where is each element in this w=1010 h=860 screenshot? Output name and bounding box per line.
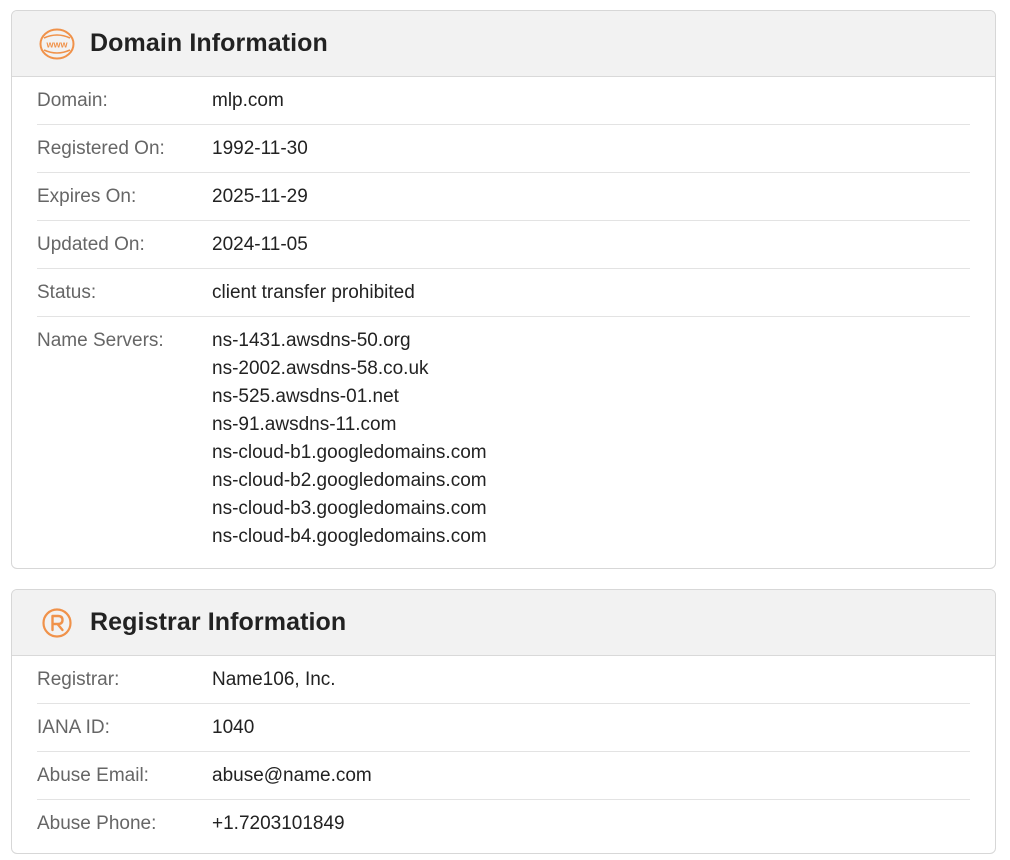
name-server-item: ns-91.awsdns-11.com	[212, 414, 397, 435]
abuse-phone-row: Abuse Phone: +1.7203101849	[37, 800, 970, 848]
status-value: client transfer prohibited	[212, 282, 415, 303]
name-server-item: ns-2002.awsdns-58.co.uk	[212, 358, 429, 379]
name-server-item: ns-525.awsdns-01.net	[212, 386, 399, 407]
domain-row: Domain: mlp.com	[37, 77, 970, 125]
registrar-row: Registrar: Name106, Inc.	[37, 656, 970, 704]
name-server-item: ns-cloud-b4.googledomains.com	[212, 526, 487, 547]
registrar-label: Registrar:	[37, 669, 120, 690]
name-server-item: ns-1431.awsdns-50.org	[212, 330, 411, 351]
abuse-email-value: abuse@name.com	[212, 765, 372, 786]
svg-text:www: www	[45, 39, 68, 49]
domain-information-rows: Domain: mlp.com Registered On: 1992-11-3…	[12, 77, 995, 551]
www-icon: www	[38, 25, 76, 63]
iana-id-label: IANA ID:	[37, 717, 110, 738]
registrar-information-rows: Registrar: Name106, Inc. IANA ID: 1040 A…	[12, 656, 995, 848]
name-servers-row: Name Servers: ns-1431.awsdns-50.org ns-2…	[37, 317, 970, 551]
registrar-value: Name106, Inc.	[212, 669, 336, 690]
updated-on-value: 2024-11-05	[212, 234, 308, 255]
abuse-phone-label: Abuse Phone:	[37, 813, 157, 834]
status-row: Status: client transfer prohibited	[37, 269, 970, 317]
iana-id-row: IANA ID: 1040	[37, 704, 970, 752]
registered-on-value: 1992-11-30	[212, 138, 308, 159]
expires-on-row: Expires On: 2025-11-29	[37, 173, 970, 221]
registrar-information-header: Registrar Information	[12, 590, 995, 656]
domain-information-title: Domain Information	[90, 29, 328, 57]
abuse-email-row: Abuse Email: abuse@name.com	[37, 752, 970, 800]
registrar-information-title: Registrar Information	[90, 608, 347, 636]
name-servers-label: Name Servers:	[37, 330, 164, 351]
name-servers-list: ns-1431.awsdns-50.org ns-2002.awsdns-58.…	[212, 317, 487, 551]
registered-icon	[38, 604, 76, 642]
abuse-phone-value: +1.7203101849	[212, 813, 345, 834]
registrar-information-card: Registrar Information Registrar: Name106…	[11, 589, 996, 854]
name-server-item: ns-cloud-b2.googledomains.com	[212, 470, 487, 491]
registered-on-row: Registered On: 1992-11-30	[37, 125, 970, 173]
expires-on-value: 2025-11-29	[212, 186, 308, 207]
domain-information-header: www Domain Information	[12, 11, 995, 77]
name-server-item: ns-cloud-b3.googledomains.com	[212, 498, 487, 519]
status-label: Status:	[37, 282, 97, 303]
domain-label: Domain:	[37, 90, 108, 111]
domain-value: mlp.com	[212, 90, 284, 111]
iana-id-value: 1040	[212, 717, 255, 738]
domain-information-card: www Domain Information Domain: mlp.com R…	[11, 10, 996, 569]
abuse-email-label: Abuse Email:	[37, 765, 149, 786]
updated-on-row: Updated On: 2024-11-05	[37, 221, 970, 269]
updated-on-label: Updated On:	[37, 234, 145, 255]
registered-on-label: Registered On:	[37, 138, 165, 159]
name-server-item: ns-cloud-b1.googledomains.com	[212, 442, 487, 463]
expires-on-label: Expires On:	[37, 186, 137, 207]
